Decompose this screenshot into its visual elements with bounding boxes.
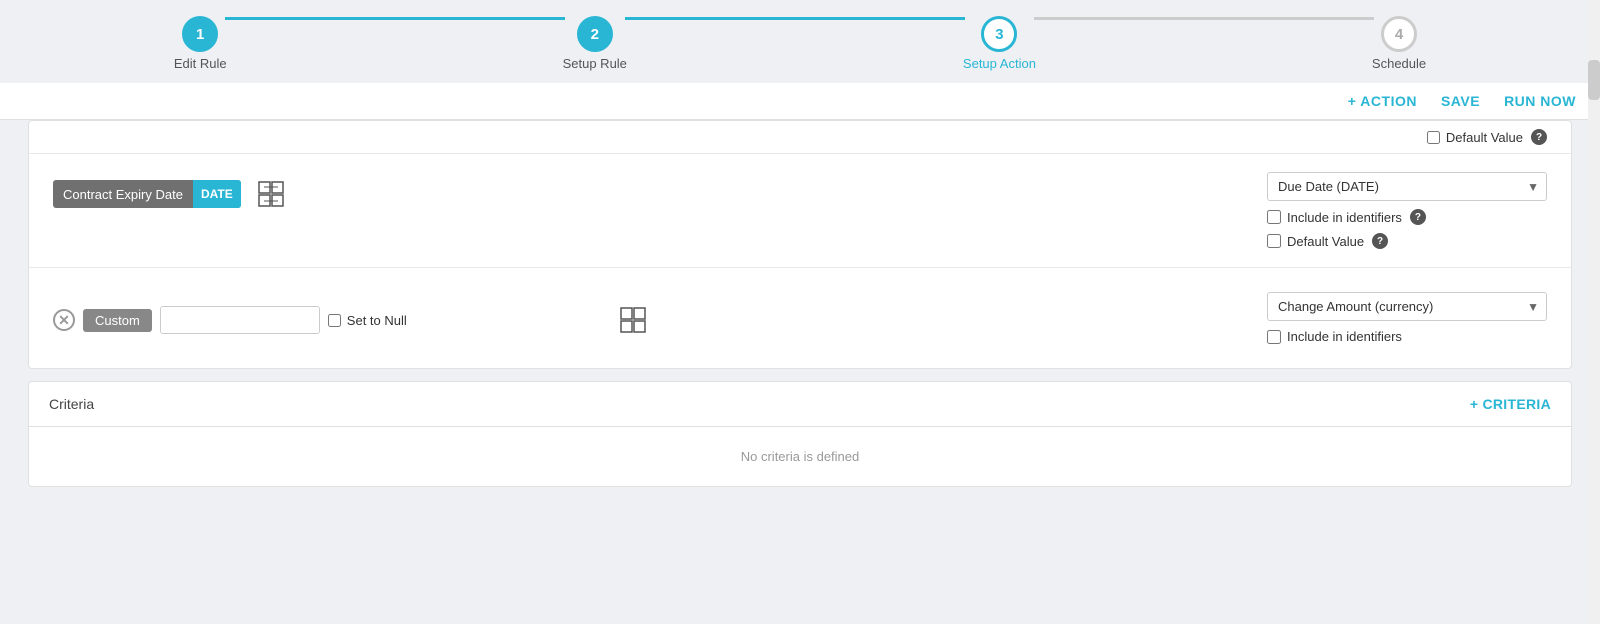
step-2[interactable]: 2 Setup Rule bbox=[563, 16, 627, 71]
contract-expiry-default-value-row: Default Value ? bbox=[1267, 233, 1547, 249]
contract-expiry-include-identifiers-row: Include in identifiers ? bbox=[1267, 209, 1547, 225]
custom-dropdown-wrapper: Change Amount (currency) ▼ bbox=[1267, 292, 1547, 321]
step-4[interactable]: 4 Schedule bbox=[1372, 16, 1426, 71]
partial-header: Default Value ? bbox=[29, 121, 1571, 154]
contract-expiry-include-identifiers-label: Include in identifiers bbox=[1287, 210, 1402, 225]
step-line-1-2 bbox=[225, 17, 565, 20]
criteria-title: Criteria bbox=[49, 396, 94, 412]
custom-include-identifiers-row: Include in identifiers bbox=[1267, 329, 1547, 344]
step-3[interactable]: 3 Setup Action bbox=[963, 16, 1036, 71]
default-value-top-checkbox[interactable] bbox=[1427, 131, 1440, 144]
main-area: Default Value ? Contract Expiry Date DAT… bbox=[0, 120, 1600, 487]
contract-expiry-default-value-checkbox[interactable] bbox=[1267, 234, 1281, 248]
set-null-checkbox[interactable] bbox=[328, 314, 341, 327]
step-4-circle: 4 bbox=[1381, 16, 1417, 52]
custom-row-left: ✕ Custom Set to Null bbox=[53, 298, 1251, 338]
contract-expiry-mapping-icon[interactable] bbox=[253, 176, 289, 212]
default-value-top-help-icon[interactable]: ? bbox=[1531, 129, 1547, 145]
contract-expiry-dropdown-wrapper: Due Date (DATE) ▼ bbox=[1267, 172, 1547, 201]
contract-expiry-left: Contract Expiry Date DATE bbox=[53, 172, 1251, 212]
add-criteria-button[interactable]: + CRITERIA bbox=[1470, 396, 1551, 412]
contract-expiry-include-identifiers-help-icon[interactable]: ? bbox=[1410, 209, 1426, 225]
step-2-circle: 2 bbox=[577, 16, 613, 52]
step-1-label: Edit Rule bbox=[174, 56, 227, 71]
step-3-circle: 3 bbox=[981, 16, 1017, 52]
step-1[interactable]: 1 Edit Rule bbox=[174, 16, 227, 71]
custom-row-right: Change Amount (currency) ▼ Include in id… bbox=[1267, 292, 1547, 344]
step-line-2-3 bbox=[625, 17, 965, 20]
set-null-label: Set to Null bbox=[347, 313, 407, 328]
contract-expiry-badge: Contract Expiry Date DATE bbox=[53, 180, 241, 208]
contract-expiry-right: Due Date (DATE) ▼ Include in identifiers… bbox=[1267, 172, 1547, 249]
contract-expiry-field-name: Contract Expiry Date bbox=[53, 187, 193, 202]
stepper: 1 Edit Rule 2 Setup Rule 3 Setup Action … bbox=[0, 0, 1600, 83]
custom-include-identifiers-checkbox[interactable] bbox=[1267, 330, 1281, 344]
contract-expiry-include-identifiers-checkbox[interactable] bbox=[1267, 210, 1281, 224]
custom-row: ✕ Custom Set to Null bbox=[29, 268, 1571, 368]
custom-text-input[interactable] bbox=[160, 306, 320, 334]
set-null-row: Set to Null bbox=[328, 313, 407, 328]
contract-expiry-dropdown[interactable]: Due Date (DATE) bbox=[1267, 172, 1547, 201]
scrollbar-thumb[interactable] bbox=[1588, 60, 1600, 100]
default-value-top-label: Default Value bbox=[1446, 130, 1523, 145]
add-action-button[interactable]: + ACTION bbox=[1348, 93, 1417, 109]
criteria-empty-message: No criteria is defined bbox=[29, 427, 1571, 486]
step-4-label: Schedule bbox=[1372, 56, 1426, 71]
custom-dropdown[interactable]: Change Amount (currency) bbox=[1267, 292, 1547, 321]
remove-button[interactable]: ✕ bbox=[53, 309, 75, 331]
criteria-section: Criteria + CRITERIA No criteria is defin… bbox=[28, 381, 1572, 487]
content-card: Default Value ? Contract Expiry Date DAT… bbox=[28, 120, 1572, 369]
contract-expiry-default-value-label: Default Value bbox=[1287, 234, 1364, 249]
run-now-button[interactable]: RUN NOW bbox=[1504, 93, 1576, 109]
step-3-label: Setup Action bbox=[963, 56, 1036, 71]
contract-expiry-default-value-help-icon[interactable]: ? bbox=[1372, 233, 1388, 249]
custom-include-identifiers-label: Include in identifiers bbox=[1287, 329, 1402, 344]
step-2-label: Setup Rule bbox=[563, 56, 627, 71]
criteria-header: Criteria + CRITERIA bbox=[29, 382, 1571, 427]
contract-expiry-field-type: DATE bbox=[193, 180, 241, 208]
contract-expiry-row: Contract Expiry Date DATE bbox=[29, 154, 1571, 268]
step-1-circle: 1 bbox=[182, 16, 218, 52]
custom-mapping-icon[interactable] bbox=[615, 302, 651, 338]
scrollbar-track bbox=[1588, 0, 1600, 624]
custom-badge[interactable]: Custom bbox=[83, 309, 152, 332]
step-line-3-4 bbox=[1034, 17, 1374, 20]
toolbar: + ACTION SAVE RUN NOW bbox=[0, 83, 1600, 120]
save-button[interactable]: SAVE bbox=[1441, 93, 1480, 109]
